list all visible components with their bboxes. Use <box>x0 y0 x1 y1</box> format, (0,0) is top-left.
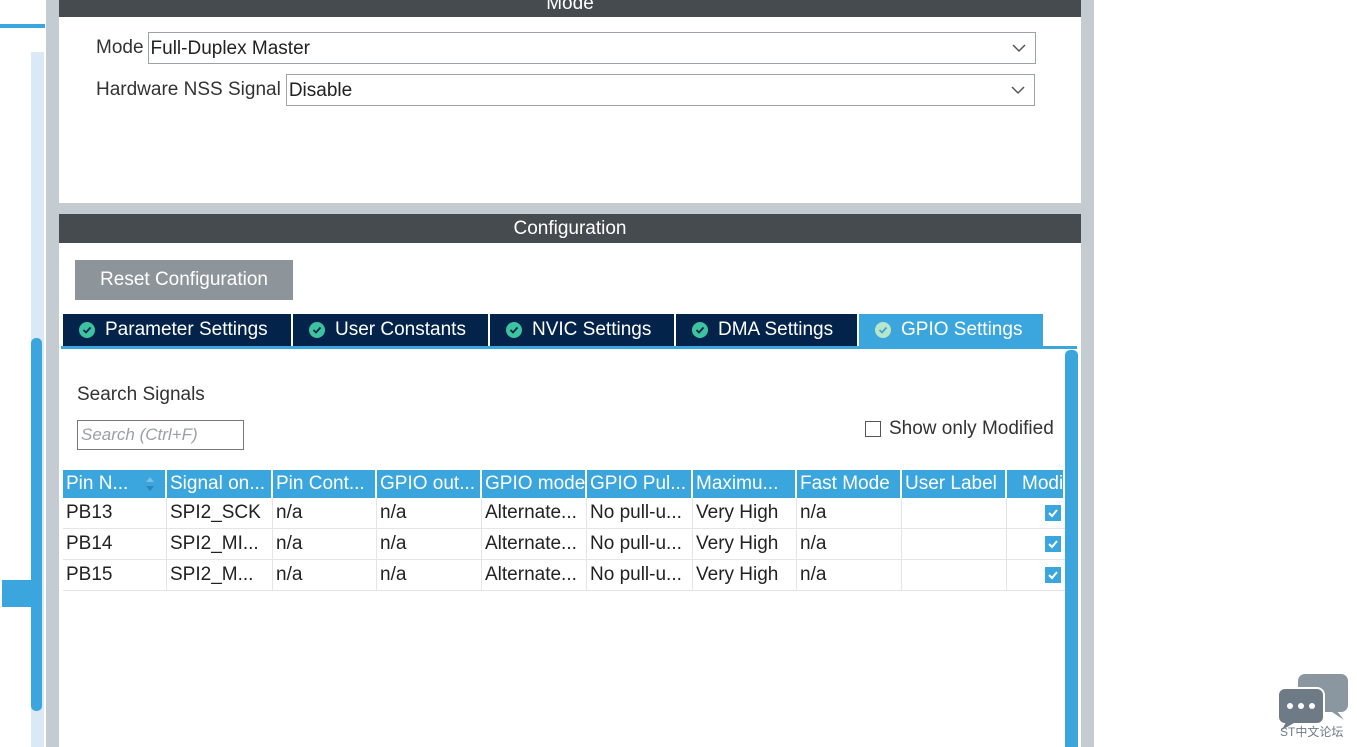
tab-label: Parameter Settings <box>105 319 268 340</box>
configuration-header: Configuration <box>59 214 1081 243</box>
tab-gpio-settings[interactable]: GPIO Settings <box>859 314 1045 346</box>
sidebar-selected-marker <box>2 580 32 607</box>
table-row[interactable]: PB15 SPI2_M... n/a n/a Alternate... No p… <box>63 560 1065 591</box>
checkmark-icon <box>1045 505 1061 521</box>
nss-label: Hardware NSS Signal <box>96 79 281 100</box>
check-circle-icon <box>506 322 522 338</box>
chevron-down-icon <box>1012 44 1026 53</box>
tab-nvic-settings[interactable]: NVIC Settings <box>490 314 676 346</box>
tab-label: User Constants <box>335 319 466 340</box>
tab-parameter-settings[interactable]: Parameter Settings <box>63 314 293 346</box>
reset-configuration-button[interactable]: Reset Configuration <box>75 260 293 300</box>
mode-row: Mode Full-Duplex Master <box>96 32 1036 64</box>
table-cell: No pull-u... <box>587 560 693 590</box>
column-header[interactable]: GPIO mode <box>482 470 587 498</box>
peripheral-panel: Mode Mode Full-Duplex Master Hardware NS… <box>46 0 1094 747</box>
table-cell: PB15 <box>63 560 167 590</box>
tab-underline <box>61 346 1077 349</box>
config-scrollbar[interactable] <box>1065 350 1078 747</box>
table-cell: n/a <box>797 560 902 590</box>
check-circle-icon <box>309 322 325 338</box>
modified-cell <box>1007 529 1065 559</box>
table-cell: Alternate... <box>482 529 587 559</box>
modified-cell <box>1007 498 1065 528</box>
config-tabs: Parameter Settings User Constants NVIC S… <box>63 314 1045 346</box>
column-header[interactable]: Pin N... <box>63 470 167 498</box>
nss-row: Hardware NSS Signal Disable <box>96 74 1035 106</box>
column-header[interactable]: Modi <box>1007 470 1065 498</box>
table-cell: PB14 <box>63 529 167 559</box>
mode-label: Mode <box>96 37 144 58</box>
table-cell: n/a <box>273 529 377 559</box>
table-cell: n/a <box>273 498 377 528</box>
mode-value: Full-Duplex Master <box>150 38 310 59</box>
chevron-down-icon <box>1011 86 1025 95</box>
check-circle-icon <box>875 322 891 338</box>
table-cell: PB13 <box>63 498 167 528</box>
table-cell: Alternate... <box>482 560 587 590</box>
table-cell <box>902 498 1007 528</box>
left-sidebar <box>0 0 46 747</box>
tab-label: NVIC Settings <box>532 319 652 340</box>
column-header[interactable]: GPIO Pul... <box>587 470 693 498</box>
search-signals-label: Search Signals <box>77 384 205 405</box>
configuration-section: Configuration Reset Configuration Parame… <box>59 214 1081 747</box>
checkmark-icon <box>1045 536 1061 552</box>
tab-label: DMA Settings <box>718 319 834 340</box>
table-cell <box>902 560 1007 590</box>
table-cell: Alternate... <box>482 498 587 528</box>
table-cell: SPI2_M... <box>167 560 273 590</box>
mode-section: Mode Mode Full-Duplex Master Hardware NS… <box>59 0 1081 203</box>
table-cell: No pull-u... <box>587 529 693 559</box>
checkmark-icon <box>1045 567 1061 583</box>
column-header[interactable]: Pin Cont... <box>273 470 377 498</box>
column-header[interactable]: Signal on... <box>167 470 273 498</box>
table-cell: Very High <box>693 560 797 590</box>
modified-cell <box>1007 560 1065 590</box>
show-modified-label: Show only Modified <box>889 418 1054 439</box>
check-circle-icon <box>79 322 95 338</box>
column-header[interactable]: User Label <box>902 470 1007 498</box>
table-cell: n/a <box>377 498 482 528</box>
table-cell: Very High <box>693 529 797 559</box>
table-cell: n/a <box>377 529 482 559</box>
sidebar-accent-line <box>0 24 45 28</box>
table-cell: n/a <box>273 560 377 590</box>
nss-select[interactable]: Disable <box>285 74 1035 106</box>
table-header: Pin N... Signal on... Pin Cont... GPIO o… <box>63 470 1065 498</box>
show-only-modified[interactable]: Show only Modified <box>865 418 1054 440</box>
table-cell <box>902 529 1007 559</box>
column-header[interactable]: GPIO out... <box>377 470 482 498</box>
mode-select[interactable]: Full-Duplex Master <box>147 32 1036 64</box>
mode-header: Mode <box>59 0 1081 17</box>
search-input[interactable] <box>77 420 244 450</box>
sort-icon <box>146 477 154 491</box>
table-cell: n/a <box>797 498 902 528</box>
show-modified-checkbox[interactable] <box>865 421 881 437</box>
table-row[interactable]: PB14 SPI2_MI... n/a n/a Alternate... No … <box>63 529 1065 560</box>
table-cell: n/a <box>377 560 482 590</box>
tab-dma-settings[interactable]: DMA Settings <box>676 314 859 346</box>
tab-label: GPIO Settings <box>901 319 1023 340</box>
table-cell: SPI2_SCK <box>167 498 273 528</box>
tab-user-constants[interactable]: User Constants <box>293 314 490 346</box>
column-header[interactable]: Fast Mode <box>797 470 902 498</box>
sidebar-scrollbar[interactable] <box>31 338 42 711</box>
gpio-table: Pin N... Signal on... Pin Cont... GPIO o… <box>63 470 1065 591</box>
watermark-text: ST中文论坛 <box>1280 725 1344 739</box>
table-cell: SPI2_MI... <box>167 529 273 559</box>
nss-value: Disable <box>288 80 353 101</box>
table-cell: No pull-u... <box>587 498 693 528</box>
table-cell: n/a <box>797 529 902 559</box>
check-circle-icon <box>692 322 708 338</box>
column-header[interactable]: Maximu... <box>693 470 797 498</box>
table-row[interactable]: PB13 SPI2_SCK n/a n/a Alternate... No pu… <box>63 498 1065 529</box>
table-cell: Very High <box>693 498 797 528</box>
